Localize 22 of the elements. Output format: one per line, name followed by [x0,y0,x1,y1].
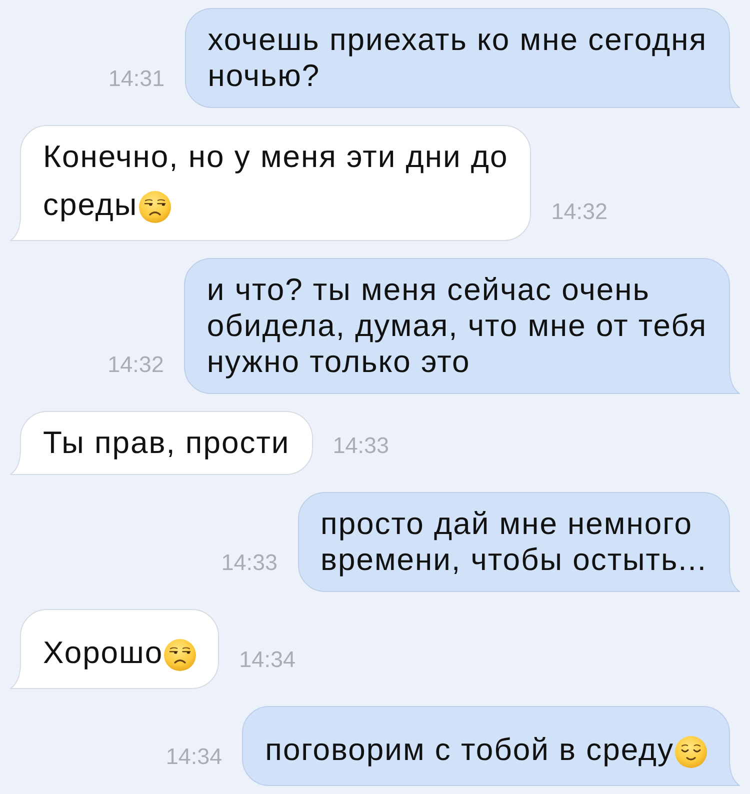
message-text: ночью? [208,58,320,94]
message-text: поговорим с тобой в среду [265,732,674,768]
message-time: 14:32 [551,200,608,224]
message-text: Хорошо [43,635,164,671]
message-time: 14:33 [332,434,390,458]
message-text: Ты прав, прости [43,425,290,461]
message-text: обидела, думая, что мне от тебя [206,308,707,344]
message-time: 14:33 [221,551,278,575]
message-text: времени, чтобы остыть... [320,542,707,578]
message-text: просто дай мне немного [320,506,692,542]
message-time: 14:31 [108,67,165,91]
message-text: Конечно, но у меня эти дни до [43,139,508,175]
message-text: нужно только это [206,344,470,380]
unamused-face-icon [138,191,171,223]
message-time: 14:32 [108,353,164,377]
unamused-face-icon [164,639,196,671]
relieved-face-icon [675,736,707,768]
message-time: 14:34 [239,648,296,672]
message-text: среды [43,187,138,223]
message-text: и что? ты меня сейчас очень [206,272,650,308]
message-time: 14:34 [166,745,222,769]
message-text: хочешь приехать ко мне сегодня [208,22,707,58]
